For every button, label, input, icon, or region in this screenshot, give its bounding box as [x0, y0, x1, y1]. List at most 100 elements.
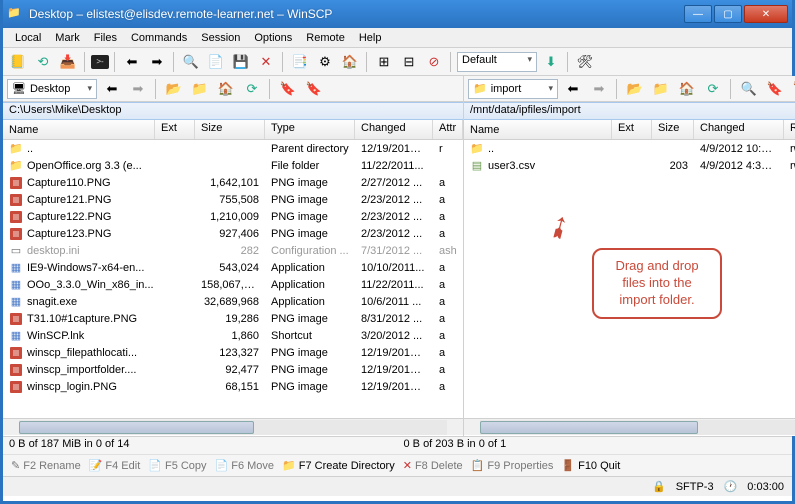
remote-back-icon[interactable]: ⬅	[562, 78, 584, 100]
cmd-quit[interactable]: 🚪F10 Quit	[561, 459, 620, 472]
cmd-props[interactable]: 📋F9 Properties	[471, 459, 554, 472]
stop-icon[interactable]: ⊘	[423, 51, 445, 73]
remote-path[interactable]: /mnt/data/ipfiles/import	[464, 102, 795, 120]
duration-icon: 🕐	[724, 480, 738, 493]
cmd-copy[interactable]: 📄F5 Copy	[148, 459, 206, 472]
duration-label: 0:03:00	[747, 481, 784, 493]
remote-open-icon[interactable]: 📂	[624, 78, 646, 100]
menu-files[interactable]: Files	[88, 31, 123, 45]
menu-local[interactable]: Local	[9, 31, 47, 45]
remote-bookmark2-icon[interactable]: 🔖	[790, 78, 795, 100]
local-up-icon[interactable]: 📁	[189, 78, 211, 100]
misc-icon[interactable]: 📑	[289, 51, 311, 73]
image-icon	[9, 176, 23, 190]
remote-up-icon[interactable]: 📁	[650, 78, 672, 100]
table-row[interactable]: 📁OpenOffice.org 3.3 (e...File folder11/2…	[3, 157, 463, 174]
table-row[interactable]: ▦snagit.exe32,689,968Application10/6/201…	[3, 293, 463, 310]
image-icon	[9, 346, 23, 360]
cmd-edit[interactable]: 📝F4 Edit	[89, 459, 141, 472]
props-icon[interactable]: ⚙	[314, 51, 336, 73]
local-open-icon[interactable]: 📂	[163, 78, 185, 100]
table-row[interactable]: 📁..4/9/2012 10:47:...rwxrwx---apache	[464, 140, 795, 157]
menu-remote[interactable]: Remote	[300, 31, 351, 45]
close-button[interactable]: ✕	[744, 5, 788, 23]
remote-fwd-icon[interactable]: ➡	[588, 78, 610, 100]
footer-bar: 🔒 SFTP-3 🕐 0:03:00	[3, 476, 792, 496]
remote-home-icon[interactable]: 🏠	[676, 78, 698, 100]
col-ext-r[interactable]: Ext	[612, 120, 652, 139]
table-row[interactable]: ▦WinSCP.lnk1,860Shortcut3/20/2012 ...a	[3, 327, 463, 344]
red-x-icon[interactable]: ✕	[255, 51, 277, 73]
table-row[interactable]: winscp_filepathlocati...123,327PNG image…	[3, 344, 463, 361]
col-rights[interactable]: Rights	[784, 120, 795, 139]
nav-back-icon[interactable]: ⬅	[121, 51, 143, 73]
col-name[interactable]: Name	[3, 120, 155, 139]
local-refresh-icon[interactable]: ⟳	[241, 78, 263, 100]
menu-help[interactable]: Help	[353, 31, 388, 45]
image-icon	[9, 380, 23, 394]
transfer-icon[interactable]: ⊟	[398, 51, 420, 73]
local-columns-header[interactable]: Name Ext Size Type Changed Attr	[3, 120, 463, 140]
home-icon[interactable]: 🏠	[339, 51, 361, 73]
table-row[interactable]: Capture121.PNG755,508PNG image2/23/2012 …	[3, 191, 463, 208]
col-changed-r[interactable]: Changed	[694, 120, 784, 139]
local-fwd-icon[interactable]: ➡	[127, 78, 149, 100]
local-rows[interactable]: 📁..Parent directory12/19/2012 ...r📁OpenO…	[3, 140, 463, 418]
table-row[interactable]: ▤user3.csv2034/9/2012 4:34:5...rw-r--r--…	[464, 157, 795, 174]
remote-bookmark-icon[interactable]: 🔖	[764, 78, 786, 100]
remote-sync-icon[interactable]: 📥	[57, 51, 79, 73]
local-drive-select[interactable]: 🖥 Desktop	[7, 79, 97, 99]
col-attr[interactable]: Attr	[433, 120, 463, 139]
menu-mark[interactable]: Mark	[49, 31, 85, 45]
table-row[interactable]: Capture123.PNG927,406PNG image2/23/2012 …	[3, 225, 463, 242]
local-back-icon[interactable]: ⬅	[101, 78, 123, 100]
table-row[interactable]: winscp_importfolder....92,477PNG image12…	[3, 361, 463, 378]
settings-icon[interactable]: 🛠	[574, 51, 596, 73]
folder-icon: 📁	[9, 159, 23, 173]
refresh-icon[interactable]: 📄	[205, 51, 227, 73]
table-row[interactable]: winscp_login.PNG68,151PNG image12/19/201…	[3, 378, 463, 395]
minimize-button[interactable]: —	[684, 5, 712, 23]
maximize-button[interactable]: ▢	[714, 5, 742, 23]
remote-find-icon[interactable]: 🔍	[738, 78, 760, 100]
cmd-rename[interactable]: ✎F2 Rename	[11, 459, 81, 472]
remote-columns-header[interactable]: Name Ext Size Changed Rights Owner	[464, 120, 795, 140]
address-icon[interactable]: 📒	[7, 51, 29, 73]
sync-icon[interactable]: ⟲	[32, 51, 54, 73]
col-changed[interactable]: Changed	[355, 120, 433, 139]
table-row[interactable]: T31.10#1capture.PNG19,286PNG image8/31/2…	[3, 310, 463, 327]
session-select[interactable]: Default	[457, 52, 537, 72]
local-path[interactable]: C:\Users\Mike\Desktop	[3, 102, 463, 120]
local-h-scroll[interactable]	[3, 418, 463, 435]
disk-icon[interactable]: 💾	[230, 51, 252, 73]
table-row[interactable]: ▭desktop.ini282Configuration ...7/31/201…	[3, 242, 463, 259]
remote-dir-select[interactable]: 📁 import	[468, 79, 558, 99]
table-row[interactable]: Capture122.PNG1,210,009PNG image2/23/201…	[3, 208, 463, 225]
remote-h-scroll[interactable]	[464, 418, 795, 435]
apply-icon[interactable]: ⬇	[540, 51, 562, 73]
cmd-delete[interactable]: ✕F8 Delete	[403, 459, 463, 472]
find-icon[interactable]: 🔍	[180, 51, 202, 73]
table-row[interactable]: 📁..Parent directory12/19/2012 ...r	[3, 140, 463, 157]
remote-refresh-icon[interactable]: ⟳	[702, 78, 724, 100]
table-row[interactable]: ▦OOo_3.3.0_Win_x86_in...158,067,9...Appl…	[3, 276, 463, 293]
menu-session[interactable]: Session	[195, 31, 246, 45]
queue-icon[interactable]: ⊞	[373, 51, 395, 73]
cmd-move[interactable]: 📄F6 Move	[215, 459, 275, 472]
col-name-r[interactable]: Name	[464, 120, 612, 139]
menu-commands[interactable]: Commands	[125, 31, 193, 45]
local-bookmark-icon[interactable]: 🔖	[277, 78, 299, 100]
col-type[interactable]: Type	[265, 120, 355, 139]
col-size-r[interactable]: Size	[652, 120, 694, 139]
table-row[interactable]: Capture110.PNG1,642,101PNG image2/27/201…	[3, 174, 463, 191]
image-icon	[9, 363, 23, 377]
console-icon[interactable]: >-	[91, 55, 109, 69]
nav-fwd-icon[interactable]: ➡	[146, 51, 168, 73]
col-size[interactable]: Size	[195, 120, 265, 139]
local-bookmark2-icon[interactable]: 🔖	[303, 78, 325, 100]
menu-options[interactable]: Options	[248, 31, 298, 45]
table-row[interactable]: ▦IE9-Windows7-x64-en...543,024Applicatio…	[3, 259, 463, 276]
cmd-mkdir[interactable]: 📁F7 Create Directory	[282, 459, 395, 472]
col-ext[interactable]: Ext	[155, 120, 195, 139]
local-home-icon[interactable]: 🏠	[215, 78, 237, 100]
